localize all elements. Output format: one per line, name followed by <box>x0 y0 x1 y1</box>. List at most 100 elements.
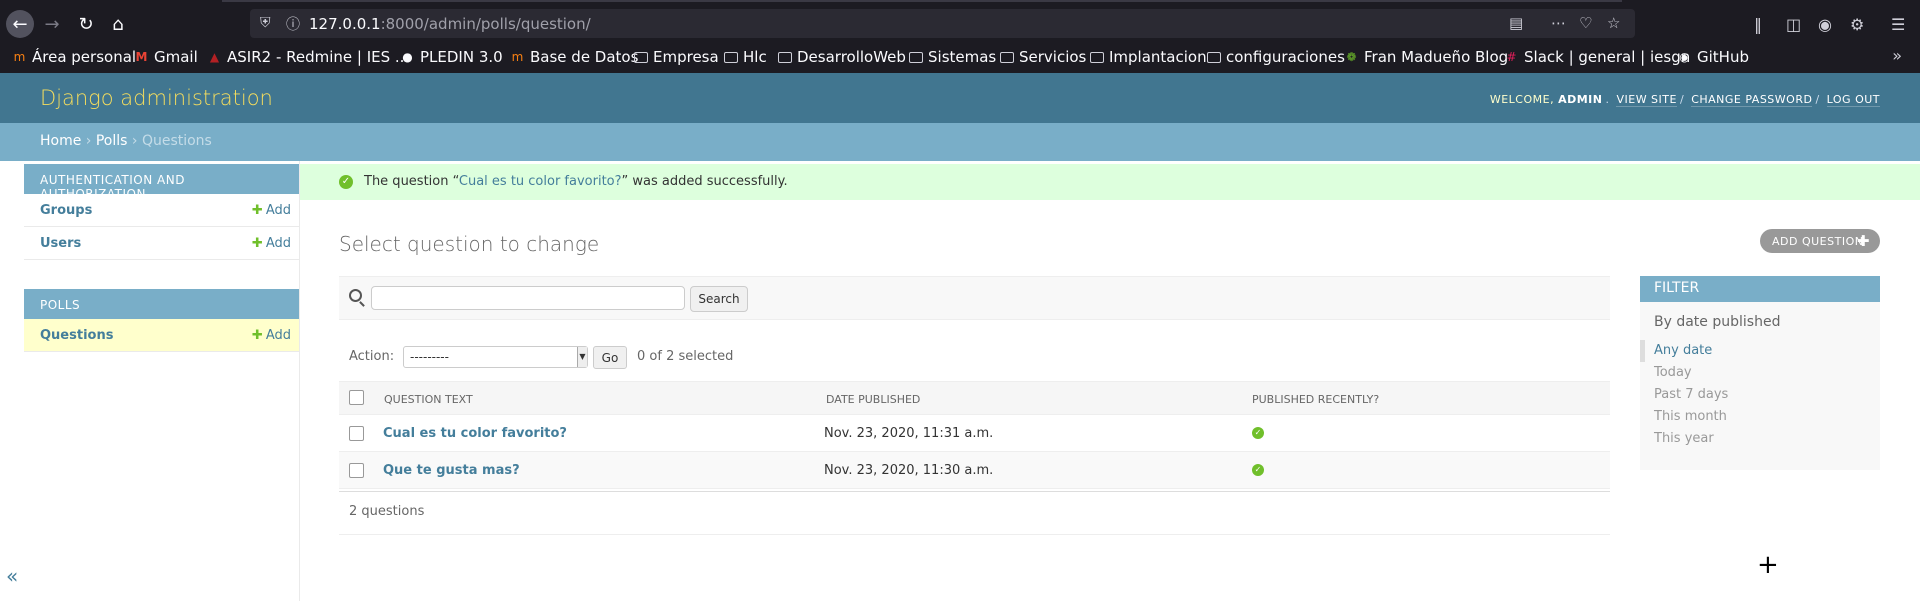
bookmark-item[interactable]: Servicios <box>1000 48 1086 66</box>
bookmark-item[interactable]: Implantacion <box>1090 48 1207 66</box>
bookmark-label: GitHub <box>1697 48 1749 66</box>
github-icon: ◉ <box>1679 49 1690 64</box>
bookmark-item[interactable]: Sistemas <box>909 48 996 66</box>
row-checkbox[interactable] <box>349 463 364 478</box>
bookmark-item[interactable]: m Área personal <box>12 48 136 66</box>
row-checkbox[interactable] <box>349 426 364 441</box>
bookmark-star-icon[interactable]: ☆ <box>1607 14 1620 32</box>
folder-icon <box>1090 51 1104 63</box>
folder-icon <box>1000 51 1014 63</box>
plus-icon: ✚ <box>1856 232 1870 250</box>
question-link[interactable]: Cual es tu color favorito? <box>383 426 567 441</box>
account-icon[interactable]: ◉ <box>1818 15 1832 34</box>
chevron-right-icon[interactable]: » <box>1892 46 1902 65</box>
address-bar[interactable]: ⛨ ⓘ 127.0.0.1:8000/admin/polls/question/… <box>250 9 1635 38</box>
bookmark-item[interactable]: ● PLEDIN 3.0 <box>400 48 503 66</box>
result-list: QUESTION TEXT DATE PUBLISHED PUBLISHED R… <box>339 381 1610 489</box>
folder-icon <box>1207 51 1221 63</box>
bookmark-item[interactable]: Empresa <box>634 48 719 66</box>
globe-icon: ● <box>402 49 413 64</box>
home-icon[interactable]: ⌂ <box>104 10 132 38</box>
action-label: Action: <box>349 349 395 364</box>
bookmark-item[interactable]: Hlc <box>724 48 767 66</box>
add-label: Add <box>265 203 291 218</box>
add-group-link[interactable]: ✚ Add <box>252 203 291 218</box>
bookmark-label: PLEDIN 3.0 <box>420 48 503 66</box>
bookmark-label: Slack | general | iesgn <box>1524 48 1691 66</box>
filter-option-this-year[interactable]: This year <box>1640 428 1880 450</box>
column-header-date-published[interactable]: DATE PUBLISHED <box>826 393 920 406</box>
users-link[interactable]: Users <box>40 236 81 251</box>
bookmark-item[interactable]: ❁ Fran Madueño Blog <box>1344 48 1508 66</box>
table-header: QUESTION TEXT DATE PUBLISHED PUBLISHED R… <box>339 381 1610 415</box>
question-link[interactable]: Que te gusta mas? <box>383 463 520 478</box>
go-button[interactable]: Go <box>593 346 627 369</box>
actions-bar: Action: --------- ▼ Go 0 of 2 selected <box>339 344 1610 370</box>
add-user-link[interactable]: ✚ Add <box>252 236 291 251</box>
user-tools: WELCOME, ADMIN. VIEW SITE / CHANGE PASSWO… <box>1490 93 1880 107</box>
breadcrumb: Home › Polls › Questions <box>0 123 1920 161</box>
admin-header: Django administration WELCOME, ADMIN. VI… <box>0 73 1920 123</box>
filter-option-today[interactable]: Today <box>1640 362 1880 384</box>
url-text[interactable]: 127.0.0.1:8000/admin/polls/question/ <box>309 15 591 33</box>
changelist-filter: FILTER By date published Any date Today … <box>1640 276 1880 470</box>
filter-options: Any date Today Past 7 days This month Th… <box>1640 340 1880 450</box>
library-icon[interactable]: ‖ <box>1754 15 1762 34</box>
more-actions-icon[interactable]: ⋯ <box>1551 14 1566 32</box>
bookmark-label: Base de Datos <box>530 48 639 66</box>
table-row: Que te gusta mas? Nov. 23, 2020, 11:30 a… <box>339 452 1610 489</box>
auth-module-caption[interactable]: AUTHENTICATION AND AUTHORIZATION <box>24 164 299 201</box>
sidebar-collapse-toggle[interactable]: « <box>6 564 18 588</box>
breadcrumb-home[interactable]: Home <box>40 133 81 149</box>
bookmark-item[interactable]: ◉ GitHub <box>1677 48 1749 66</box>
bookmark-item[interactable]: m Base de Datos <box>510 48 639 66</box>
reload-icon[interactable]: ↻ <box>72 10 100 38</box>
action-select[interactable]: --------- ▼ <box>403 346 588 368</box>
bookmark-item[interactable]: M Gmail <box>134 48 198 66</box>
sidebar-item-questions: Questions ✚ Add <box>24 319 299 352</box>
add-question-button[interactable]: ADD QUESTION ✚ <box>1760 229 1880 253</box>
pocket-icon[interactable]: ♡ <box>1579 14 1592 32</box>
page-title: Select question to change <box>339 232 600 256</box>
add-question-link[interactable]: ✚ Add <box>252 328 291 343</box>
plus-icon: ✚ <box>251 236 263 251</box>
bookmark-item[interactable]: configuraciones <box>1207 48 1345 66</box>
filter-option-this-month[interactable]: This month <box>1640 406 1880 428</box>
extension-icon[interactable]: ⚙ <box>1850 15 1864 34</box>
view-site-link[interactable]: VIEW SITE <box>1616 93 1677 107</box>
filter-title: FILTER <box>1640 276 1880 302</box>
log-out-link[interactable]: LOG OUT <box>1826 93 1880 107</box>
reader-view-icon[interactable]: ▤ <box>1509 14 1523 32</box>
tab-strip <box>0 0 1920 3</box>
questions-link[interactable]: Questions <box>40 328 113 343</box>
search-button[interactable]: Search <box>690 286 748 312</box>
nav-sidebar: AUTHENTICATION AND AUTHORIZATION Groups … <box>0 161 300 601</box>
bookmark-item[interactable]: DesarrolloWeb <box>778 48 906 66</box>
date-published: Nov. 23, 2020, 11:30 a.m. <box>824 463 994 478</box>
bookmark-item[interactable]: # Slack | general | iesgn <box>1504 48 1690 66</box>
forward-arrow-icon[interactable]: → <box>38 10 66 38</box>
shield-icon[interactable]: ⛨ <box>260 15 271 31</box>
filter-option-past-7-days[interactable]: Past 7 days <box>1640 384 1880 406</box>
site-branding[interactable]: Django administration <box>40 86 273 110</box>
change-password-link[interactable]: CHANGE PASSWORD <box>1691 93 1813 107</box>
bookmark-item[interactable]: ▲ ASIR2 - Redmine | IES ... <box>207 48 409 66</box>
sidebar-toggle-icon[interactable]: ◫ <box>1786 15 1801 34</box>
column-header-question-text[interactable]: QUESTION TEXT <box>384 393 473 406</box>
message-question-link[interactable]: Cual es tu color favorito? <box>459 174 622 189</box>
info-icon[interactable]: ⓘ <box>286 14 300 34</box>
username: ADMIN <box>1558 93 1603 106</box>
back-arrow-icon[interactable]: ← <box>6 10 34 38</box>
folder-icon <box>909 51 923 63</box>
filter-option-any-date[interactable]: Any date <box>1640 340 1880 362</box>
bookmark-label: Servicios <box>1019 48 1087 66</box>
navigation-toolbar: ← → ↻ ⌂ ⛨ ⓘ 127.0.0.1:8000/admin/polls/q… <box>0 6 1920 40</box>
select-all-checkbox[interactable] <box>349 390 364 405</box>
search-input[interactable] <box>371 286 685 310</box>
separator: . <box>1605 93 1610 106</box>
menu-icon[interactable]: ☰ <box>1891 15 1905 34</box>
groups-link[interactable]: Groups <box>40 203 92 218</box>
polls-module-caption[interactable]: POLLS <box>24 289 299 319</box>
breadcrumb-polls[interactable]: Polls <box>96 133 128 149</box>
bookmarks-toolbar: m Área personal M Gmail ▲ ASIR2 - Redmine |… <box>0 44 1920 70</box>
